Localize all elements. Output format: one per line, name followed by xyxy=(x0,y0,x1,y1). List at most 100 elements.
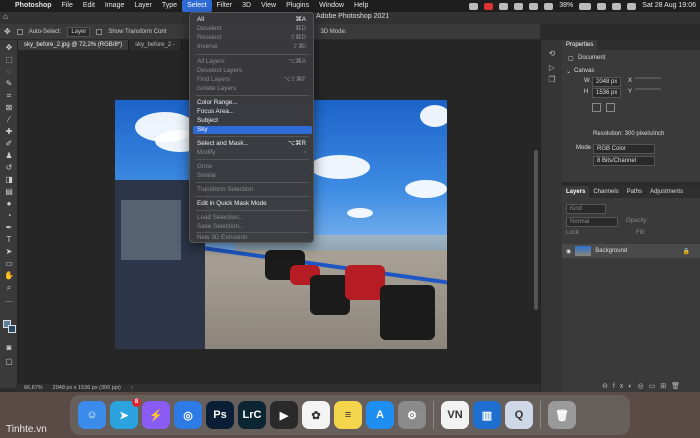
move-tool-icon[interactable]: ✥ xyxy=(4,27,11,36)
actions-panel-icon[interactable]: ▷ xyxy=(547,64,557,72)
menu-item-grow[interactable]: Grow xyxy=(193,163,312,171)
menu-layer[interactable]: Layer xyxy=(129,0,157,12)
auto-select-checkbox[interactable] xyxy=(16,28,23,35)
eyedropper-tool-icon[interactable]: ⁄ xyxy=(4,116,14,124)
screen-mode-icon[interactable]: ▢ xyxy=(4,358,14,366)
tab-paths[interactable]: Paths xyxy=(623,186,646,198)
healing-tool-icon[interactable]: ✚ xyxy=(4,128,14,136)
search-icon[interactable] xyxy=(612,2,622,10)
menu-item-all-layers[interactable]: All Layers ⌥⌘A xyxy=(193,58,312,66)
dock-notes-icon[interactable]: ≡ xyxy=(334,401,362,429)
status-icon[interactable] xyxy=(499,2,509,10)
menu-image[interactable]: Image xyxy=(100,0,129,12)
menu-item-modify[interactable]: Modify › xyxy=(193,149,312,157)
app-menu[interactable]: Photoshop xyxy=(10,0,57,12)
menu-item-save-selection[interactable]: Save Selection... xyxy=(193,223,312,231)
blend-mode-dropdown[interactable]: Normal xyxy=(566,217,618,227)
menu-item-load-selection[interactable]: Load Selection... xyxy=(193,214,312,222)
brush-tool-icon[interactable]: ✐ xyxy=(4,140,14,148)
menu-type[interactable]: Type xyxy=(157,0,182,12)
dock-messenger-icon[interactable]: ⚡ xyxy=(142,401,170,429)
layer-row[interactable]: ◉ Background 🔒 xyxy=(562,244,700,258)
zoom-tool-icon[interactable]: ⌕ xyxy=(4,284,14,292)
menu-select[interactable]: Select xyxy=(182,0,212,12)
menu-item-all[interactable]: All ⌘A xyxy=(193,16,312,24)
quick-mask-icon[interactable]: ◙ xyxy=(4,344,14,352)
dock-finder-icon[interactable]: ☺ xyxy=(78,401,106,429)
x-field[interactable] xyxy=(635,77,661,79)
history-panel-icon[interactable]: ⟲ xyxy=(547,50,557,58)
hand-tool-icon[interactable]: ✋ xyxy=(4,272,14,280)
home-icon[interactable]: ⌂ xyxy=(3,13,11,21)
dock-final-cut-pro-icon[interactable]: ▶ xyxy=(270,401,298,429)
tab-channels[interactable]: Channels xyxy=(589,186,622,198)
menu-item-color-range[interactable]: Color Range... xyxy=(193,99,312,107)
dodge-tool-icon[interactable]: ◔ xyxy=(4,212,14,220)
dock-trello-icon[interactable]: ▥ xyxy=(473,401,501,429)
eraser-tool-icon[interactable]: ◨ xyxy=(4,176,14,184)
tab-adjustments[interactable]: Adjustments xyxy=(646,186,687,198)
menu-item-reselect[interactable]: Reselect ⇧⌘D xyxy=(193,34,312,42)
menu-edit[interactable]: Edit xyxy=(78,0,100,12)
tab-layers[interactable]: Layers xyxy=(562,186,590,198)
status-icon[interactable] xyxy=(529,2,539,10)
chevron-right-icon[interactable]: › xyxy=(131,385,133,391)
gradient-tool-icon[interactable]: ▤ xyxy=(4,188,14,196)
frame-tool-icon[interactable]: ⊠ xyxy=(4,104,14,112)
height-field[interactable]: 1536 px xyxy=(592,88,622,98)
eye-icon[interactable]: ◉ xyxy=(566,248,571,255)
menu-file[interactable]: File xyxy=(57,0,78,12)
path-select-tool-icon[interactable]: ➤ xyxy=(4,248,14,256)
tab-properties[interactable]: Properties xyxy=(562,40,598,50)
menu-item-find-layers[interactable]: Find Layers ⌥⇧⌘F xyxy=(193,76,312,84)
dock-photos-icon[interactable]: ✿ xyxy=(302,401,330,429)
status-icon[interactable] xyxy=(469,2,479,10)
menu-help[interactable]: Help xyxy=(349,0,373,12)
menu-item-select-and-mask[interactable]: Select and Mask... ⌥⌘R xyxy=(193,140,312,148)
menu-plugins[interactable]: Plugins xyxy=(281,0,314,12)
status-icon[interactable] xyxy=(484,2,494,10)
tab-document-2[interactable]: sky_before_2 - xyxy=(129,40,182,50)
marquee-tool-icon[interactable]: ⬚ xyxy=(4,56,14,64)
background-color-swatch[interactable] xyxy=(8,325,16,333)
menu-filter[interactable]: Filter xyxy=(212,0,238,12)
show-transform-checkbox[interactable] xyxy=(96,28,103,35)
dock-photoshop-icon[interactable]: Ps xyxy=(206,401,234,429)
lasso-tool-icon[interactable]: ◌ xyxy=(4,68,14,76)
dock-safari-icon[interactable]: ◎ xyxy=(174,401,202,429)
wifi-icon[interactable] xyxy=(597,2,607,10)
orientation-landscape-icon[interactable] xyxy=(606,103,615,112)
menu-item-similar[interactable]: Similar xyxy=(193,172,312,180)
dock-system-preferences-icon[interactable]: ⚙ xyxy=(398,401,426,429)
menu-3d[interactable]: 3D xyxy=(237,0,256,12)
bit-depth-dropdown[interactable]: 8 Bits/Channel xyxy=(593,156,655,166)
dock-vn-icon[interactable]: VN xyxy=(441,401,469,429)
menu-window[interactable]: Window xyxy=(314,0,349,12)
layer-filter-kind[interactable]: Kind xyxy=(566,204,606,214)
dock-quicktime-icon[interactable]: Q xyxy=(505,401,533,429)
menu-view[interactable]: View xyxy=(256,0,281,12)
menu-item-subject[interactable]: Subject xyxy=(193,117,312,125)
status-icon[interactable] xyxy=(514,2,524,10)
y-field[interactable] xyxy=(635,88,661,90)
crop-tool-icon[interactable]: ⌗ xyxy=(4,92,14,100)
clock[interactable]: Sat 28 Aug 19:06 xyxy=(642,0,696,12)
tab-document-1[interactable]: sky_before_2.jpg @ 72,2% (RGB/8*) xyxy=(18,40,130,50)
libraries-panel-icon[interactable]: ❒ xyxy=(547,76,557,84)
document-info[interactable]: 2048 px x 1536 px (300 ppi) xyxy=(53,385,121,391)
blur-tool-icon[interactable]: ● xyxy=(4,200,14,208)
more-tools-icon[interactable]: … xyxy=(4,296,14,304)
quick-select-tool-icon[interactable]: ✎ xyxy=(4,80,14,88)
zoom-level[interactable]: 66,67% xyxy=(24,385,43,391)
orientation-portrait-icon[interactable] xyxy=(592,103,601,112)
lock-icon[interactable]: 🔒 xyxy=(683,248,690,255)
menu-item-quick-mask[interactable]: Edit in Quick Mask Mode xyxy=(193,200,312,208)
layer-name[interactable]: Background xyxy=(595,248,627,254)
control-center-icon[interactable] xyxy=(627,2,637,10)
menu-item-transform-selection[interactable]: Transform Selection xyxy=(193,186,312,194)
layers-footer-icons[interactable]: ⊖fx◐◎▭⊞🗑 xyxy=(602,382,685,390)
dock-app-store-icon[interactable]: A xyxy=(366,401,394,429)
dock-lightroom-classic-icon[interactable]: LrC xyxy=(238,401,266,429)
stamp-tool-icon[interactable]: ♟ xyxy=(4,152,14,160)
type-tool-icon[interactable]: T xyxy=(4,236,14,244)
